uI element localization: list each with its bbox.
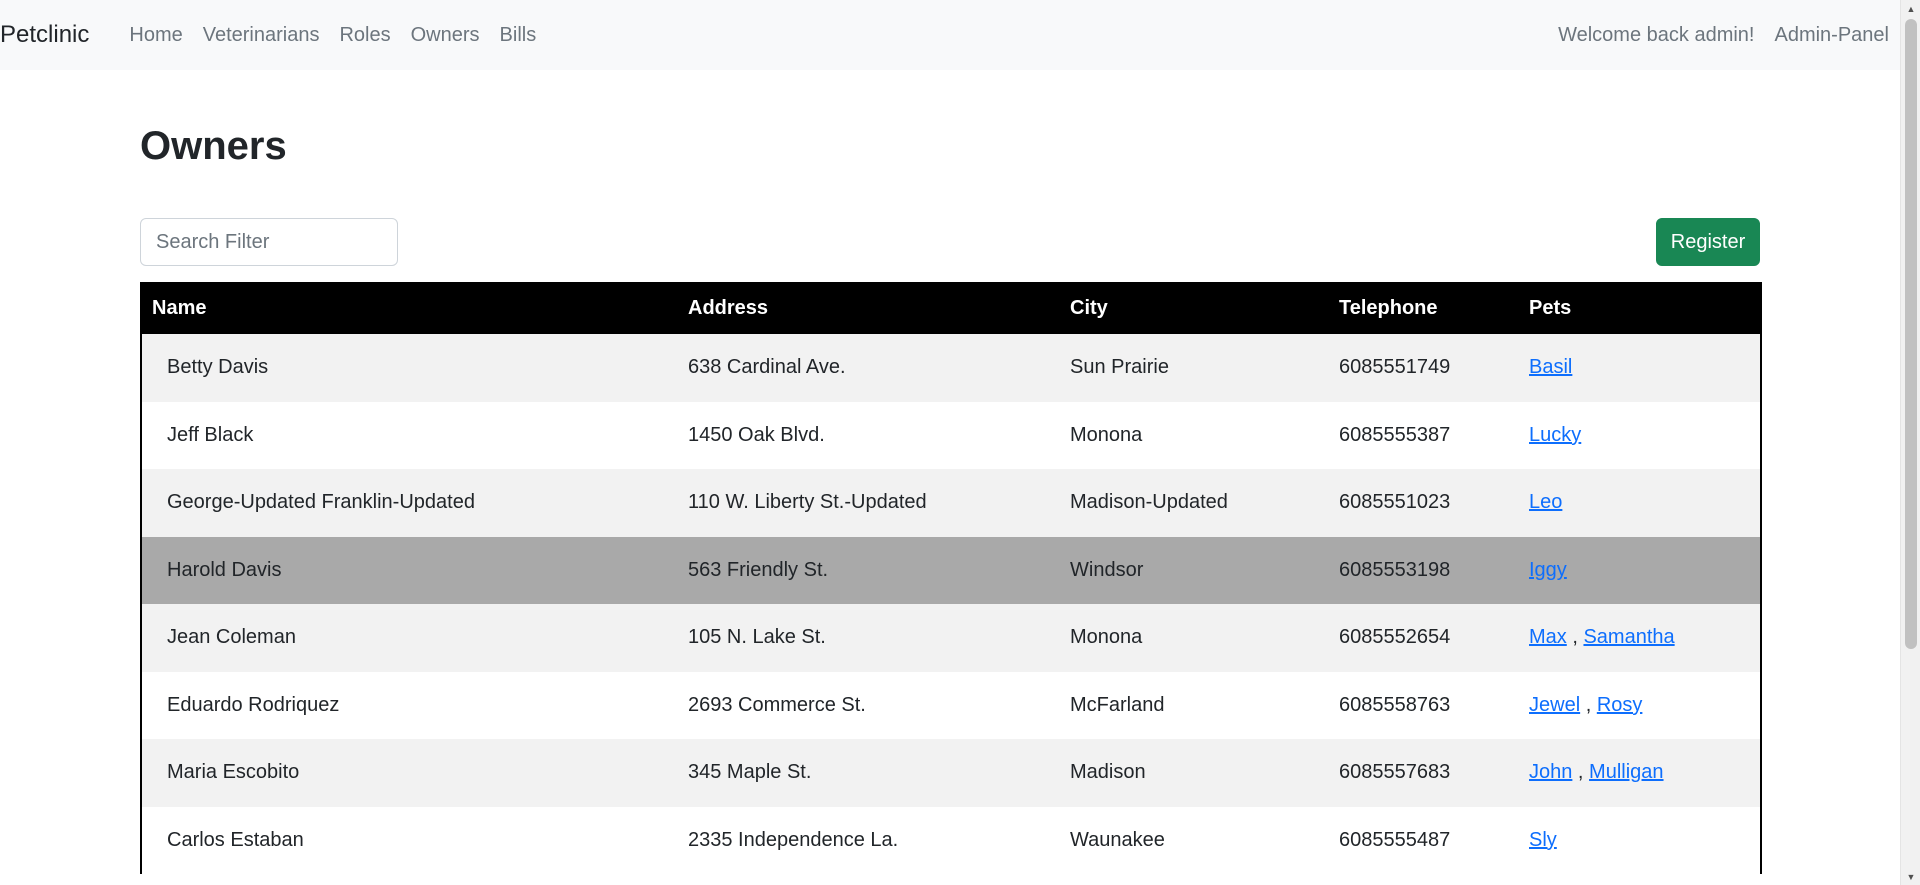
owner-pets-cell: Leo [1519, 469, 1761, 537]
owner-pets-cell: Basil [1519, 334, 1761, 402]
pet-separator: , [1572, 761, 1590, 784]
owner-name-cell[interactable]: Harold Davis [141, 537, 678, 605]
owner-telephone-cell: 6085551023 [1339, 491, 1451, 514]
nav-link-admin-panel[interactable]: Admin-Panel [1764, 24, 1889, 47]
owner-telephone-cell: 6085553198 [1339, 558, 1451, 581]
owner-address-cell: 110 W. Liberty St.-Updated [688, 491, 927, 514]
table-row[interactable]: Jean Coleman 105 N. Lake St. Monona 6085552… [141, 604, 1761, 672]
owner-city-cell: Monona [1070, 626, 1143, 649]
table-body: Betty Davis 638 Cardinal Ave. Sun Prairie 6… [141, 334, 1761, 874]
owner-name-cell[interactable]: Eduardo Rodriquez [141, 672, 678, 740]
owner-address-cell: 345 Maple St. [688, 761, 812, 784]
column-header-pets: Pets [1529, 296, 1572, 319]
owner-city-cell: McFarland [1070, 693, 1165, 716]
owner-pets-cell: Iggy [1519, 537, 1761, 605]
owner-telephone-cell: 6085555387 [1339, 423, 1451, 446]
column-header-address: Address [688, 296, 769, 319]
pet-separator: , [1566, 626, 1584, 649]
owner-pets-cell: John , Mulligan [1519, 739, 1761, 807]
welcome-message: Welcome back admin! [1558, 23, 1755, 46]
pet-separator: , [1580, 693, 1597, 716]
owner-address-cell: 638 Cardinal Ave. [688, 356, 846, 379]
table-row[interactable]: Eduardo Rodriquez 2693 Commerce St. McFarl… [141, 671, 1761, 740]
nav-link-home[interactable]: Home [119, 24, 192, 47]
pet-link[interactable]: Jewel [1529, 694, 1580, 716]
owner-address-cell: 2335 Independence La. [688, 828, 899, 851]
owner-address-cell: 2693 Commerce St. [688, 693, 866, 716]
owner-telephone-cell: 6085555487 [1339, 828, 1451, 851]
scrollbar-thumb[interactable] [1905, 19, 1917, 649]
table-row[interactable]: Jeff Black 1450 Oak Blvd. Monona 6085555387… [141, 401, 1761, 470]
register-button[interactable]: Register [1656, 218, 1760, 266]
owner-name-cell[interactable]: George-Updated Franklin-Updated [141, 469, 678, 537]
table-row[interactable]: Maria Escobito 345 Maple St. Madison 608555… [141, 739, 1761, 807]
nav-link-roles[interactable]: Roles [329, 24, 400, 47]
table-row[interactable]: Harold Davis 563 Friendly St. Windsor 60855… [141, 536, 1761, 605]
owner-telephone-cell: 6085552654 [1339, 626, 1451, 649]
owner-pets-cell: Max , Samantha [1519, 604, 1761, 672]
owners-table: Name Address City Telephone Pets Betty D… [140, 282, 1762, 874]
owner-name-cell[interactable]: Betty Davis [141, 334, 678, 402]
column-header-name: Name [152, 296, 207, 319]
page-title: Owners [140, 124, 287, 168]
table-row[interactable]: George-Updated Franklin-Updated 110 W. Li… [141, 469, 1761, 537]
brand-logo[interactable]: Petclinic [0, 21, 89, 49]
search-filter-input[interactable] [140, 218, 398, 266]
pet-link[interactable]: Mulligan [1589, 761, 1663, 783]
pet-link[interactable]: Iggy [1529, 559, 1567, 581]
owner-city-cell: Madison [1070, 761, 1146, 784]
nav-link-bills[interactable]: Bills [490, 24, 547, 47]
owner-address-cell: 105 N. Lake St. [688, 626, 826, 649]
scroll-down-arrow-icon[interactable]: ▼ [1901, 868, 1920, 885]
owners-table-container: Name Address City Telephone Pets Betty D… [140, 282, 1762, 874]
vertical-scrollbar[interactable]: ▲ ▼ [1900, 0, 1920, 885]
owner-telephone-cell: 6085558763 [1339, 693, 1451, 716]
owner-city-cell: Waunakee [1070, 828, 1165, 851]
pet-link[interactable]: Max [1529, 626, 1567, 648]
owner-pets-cell: Jewel , Rosy [1519, 672, 1761, 740]
nav-links: Home Veterinarians Roles Owners Bills [119, 24, 546, 47]
owner-name-cell[interactable]: Jean Coleman [141, 604, 678, 672]
pet-link[interactable]: Samantha [1583, 626, 1674, 648]
pet-link[interactable]: Lucky [1529, 424, 1581, 446]
column-header-city: City [1070, 296, 1108, 319]
scroll-up-arrow-icon[interactable]: ▲ [1901, 0, 1920, 17]
table-header: Name Address City Telephone Pets [141, 282, 1761, 334]
owner-city-cell: Windsor [1070, 558, 1144, 581]
owner-telephone-cell: 6085551749 [1339, 356, 1451, 379]
navbar: Petclinic Home Veterinarians Roles Owner… [0, 0, 1900, 70]
owner-city-cell: Sun Prairie [1070, 356, 1169, 379]
pet-link[interactable]: Basil [1529, 356, 1572, 378]
owner-telephone-cell: 6085557683 [1339, 761, 1451, 784]
pet-link[interactable]: Sly [1529, 829, 1557, 851]
owner-pets-cell: Lucky [1519, 402, 1761, 470]
pet-link[interactable]: Leo [1529, 491, 1562, 513]
viewport: Petclinic Home Veterinarians Roles Owner… [0, 0, 1920, 885]
table-row[interactable]: Betty Davis 638 Cardinal Ave. Sun Prairie 6… [141, 334, 1761, 402]
table-row[interactable]: Carlos Estaban 2335 Independence La. Wauna… [141, 806, 1761, 875]
nav-link-veterinarians[interactable]: Veterinarians [193, 24, 330, 47]
owner-address-cell: 563 Friendly St. [688, 558, 829, 581]
owner-city-cell: Madison-Updated [1070, 491, 1228, 514]
owner-address-cell: 1450 Oak Blvd. [688, 423, 825, 446]
column-header-telephone: Telephone [1339, 296, 1438, 319]
owner-name-cell[interactable]: Carlos Estaban [141, 807, 678, 875]
owner-pets-cell: Sly [1519, 807, 1761, 875]
owner-name-cell[interactable]: Maria Escobito [141, 739, 678, 807]
nav-right: Welcome back admin! Admin-Panel [1548, 24, 1889, 47]
pet-link[interactable]: John [1529, 761, 1572, 783]
owner-city-cell: Monona [1070, 423, 1143, 446]
owner-name-cell[interactable]: Jeff Black [141, 402, 678, 470]
pet-link[interactable]: Rosy [1597, 694, 1643, 716]
nav-link-owners[interactable]: Owners [401, 24, 490, 47]
